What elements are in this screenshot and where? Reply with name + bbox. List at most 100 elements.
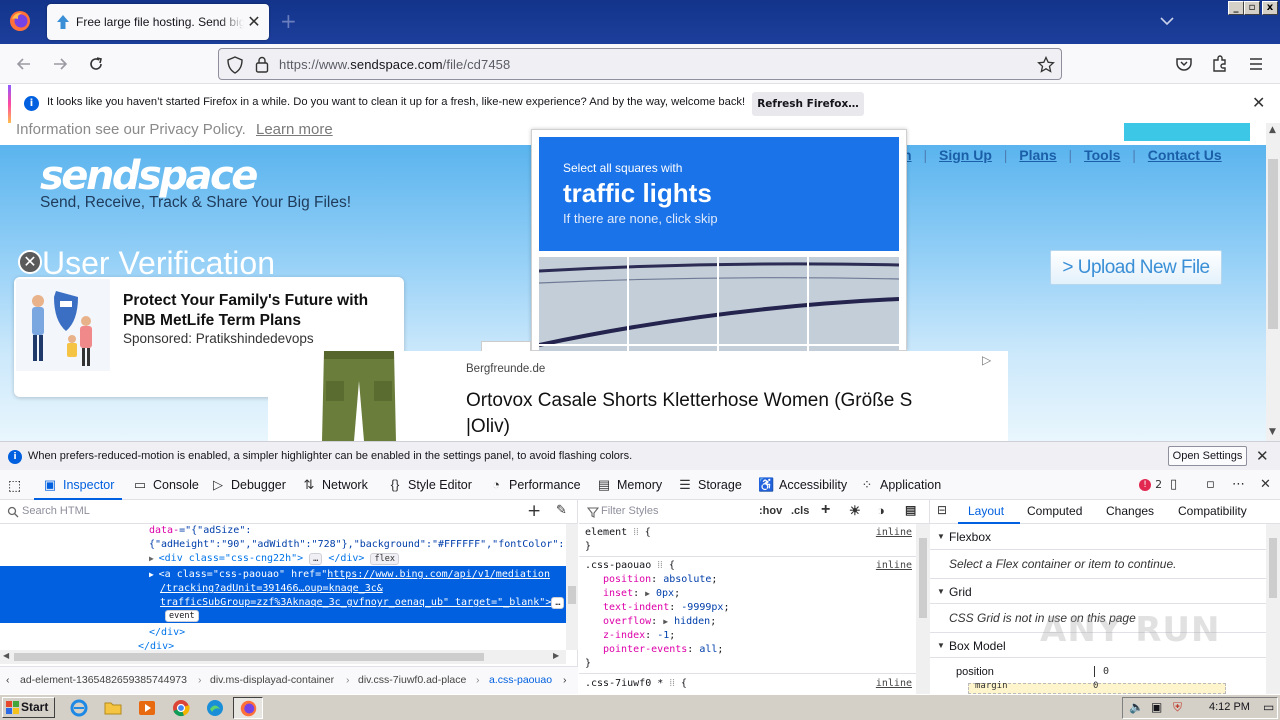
tab-computed[interactable]: Computed: [1027, 504, 1082, 518]
tab-compatibility[interactable]: Compatibility: [1178, 504, 1247, 518]
page-scrollbar[interactable]: ▲ ▼: [1266, 123, 1280, 441]
light-mode-icon[interactable]: ☀: [849, 503, 861, 519]
responsive-icon[interactable]: ▯: [1170, 470, 1177, 500]
menu-icon[interactable]: [1246, 54, 1266, 74]
firefox-icon[interactable]: [9, 10, 31, 32]
refresh-firefox-button[interactable]: Refresh Firefox…: [752, 92, 864, 116]
close-tab-icon[interactable]: ✕: [245, 13, 263, 31]
layout-scrollbar[interactable]: [1266, 524, 1280, 694]
add-node-icon[interactable]: +: [527, 501, 541, 521]
add-rule-icon[interactable]: +: [821, 501, 830, 519]
tab-network[interactable]: ⇅ Network: [301, 470, 368, 500]
ie-icon[interactable]: [70, 699, 88, 717]
grid-section[interactable]: ▼ Grid: [930, 578, 1266, 604]
rule-source-link[interactable]: inline: [876, 526, 912, 540]
restore-button[interactable]: ▫: [1244, 1, 1260, 15]
tab-style-editor[interactable]: {} Style Editor: [387, 470, 472, 500]
nav-link-tools[interactable]: Tools: [1084, 147, 1120, 163]
tab-changes[interactable]: Changes: [1106, 504, 1154, 518]
tab-memory[interactable]: ▤ Memory: [596, 470, 662, 500]
security-icon[interactable]: ⛨: [1173, 700, 1182, 715]
scroll-right-icon[interactable]: ▶: [553, 651, 559, 660]
toggle-sidebar-icon[interactable]: ⊟: [937, 503, 947, 517]
start-button[interactable]: Start: [2, 697, 55, 718]
selected-markup-node[interactable]: ▶ <a class="css-paouao" href="https://ww…: [0, 566, 566, 623]
dark-mode-icon[interactable]: ◑: [877, 503, 885, 518]
scroll-down-icon[interactable]: ▼: [1269, 427, 1276, 437]
bookmark-star-icon[interactable]: [1037, 56, 1055, 74]
filter-styles-input[interactable]: Filter Styles: [601, 505, 658, 517]
ad-choices-icon[interactable]: ▷: [982, 353, 991, 367]
flexbox-section[interactable]: ▼ Flexbox: [930, 524, 1266, 550]
markup-tree[interactable]: data-="{"adSize": {"adHeight":"90","adWi…: [0, 524, 566, 652]
scroll-up-icon[interactable]: ▲: [1269, 125, 1276, 135]
reload-icon[interactable]: [86, 54, 106, 74]
sendspace-logo[interactable]: sendspace: [40, 153, 258, 199]
show-desktop-icon[interactable]: ▭: [1263, 700, 1274, 714]
firefox-taskbar-button[interactable]: [233, 697, 263, 719]
nav-link-contact[interactable]: Contact Us: [1148, 147, 1222, 163]
breadcrumb-item[interactable]: ad-element-1365482659385744973: [20, 674, 187, 686]
lock-icon[interactable]: [255, 56, 269, 73]
close-devtools-icon[interactable]: ✕: [1260, 470, 1271, 500]
breadcrumb-item-selected[interactable]: a.css-paouao: [489, 674, 552, 686]
search-html-input[interactable]: Search HTML: [22, 505, 90, 517]
tab-application[interactable]: ⁘ Application: [859, 470, 942, 500]
print-icon[interactable]: ▤: [905, 503, 916, 517]
open-settings-button[interactable]: Open Settings: [1168, 446, 1247, 466]
more-options-icon[interactable]: ⋯: [1232, 470, 1245, 500]
learn-more-link[interactable]: Learn more: [256, 123, 333, 138]
minimize-button[interactable]: _: [1228, 1, 1244, 15]
nav-link-signup[interactable]: Sign Up: [939, 147, 992, 163]
extensions-icon[interactable]: [1210, 54, 1230, 74]
scrollbar-thumb[interactable]: [919, 538, 927, 618]
tab-debugger[interactable]: ▷ Debugger: [210, 470, 286, 500]
rules-scrollbar[interactable]: [916, 524, 930, 694]
tab-storage[interactable]: ☰ Storage: [677, 470, 742, 500]
tab-inspector[interactable]: ▣ Inspector: [34, 470, 123, 500]
chrome-icon[interactable]: [172, 699, 190, 717]
back-arrow-icon[interactable]: [14, 54, 34, 74]
scrollbar-thumb[interactable]: [1269, 538, 1277, 598]
scroll-left-icon[interactable]: ◀: [3, 651, 9, 660]
markup-hscrollbar[interactable]: ◀ ▶: [0, 650, 566, 664]
error-count[interactable]: ! 2: [1139, 470, 1162, 500]
markup-vscrollbar[interactable]: [566, 524, 578, 650]
tab-performance[interactable]: ◔ Performance: [488, 470, 581, 500]
tab-console[interactable]: ▭ Console: [132, 470, 199, 500]
edge-icon[interactable]: [206, 699, 224, 717]
ad-headline[interactable]: Protect Your Family's Future with PNB Me…: [123, 291, 393, 331]
browser-tab[interactable]: Free large file hosting. Send big files …: [47, 4, 269, 40]
nav-link-plans[interactable]: Plans: [1019, 147, 1056, 163]
scrollbar-thumb[interactable]: [568, 586, 576, 604]
markup-node[interactable]: ▶ <div class="css-cng22h"> … </div> flex: [149, 552, 399, 566]
folder-icon[interactable]: [104, 699, 122, 717]
dock-icon[interactable]: ▫: [1206, 470, 1215, 500]
scrollbar-thumb[interactable]: [1268, 159, 1278, 329]
new-tab-button[interactable]: +: [280, 11, 297, 31]
hover-state-toggle[interactable]: :hov: [759, 505, 782, 517]
pocket-icon[interactable]: [1174, 54, 1194, 74]
rule-source-link[interactable]: inline: [876, 559, 912, 573]
rules-list[interactable]: element ⁞⁞ { inline } .css-paouao ⁞⁞ { i…: [579, 524, 916, 694]
shield-icon[interactable]: [227, 56, 243, 74]
chevron-down-icon[interactable]: [1158, 12, 1176, 30]
tab-layout[interactable]: Layout: [968, 504, 1004, 518]
forward-arrow-icon[interactable]: [50, 54, 70, 74]
media-player-icon[interactable]: [138, 699, 156, 717]
scrollbar-thumb[interactable]: [14, 653, 484, 661]
close-ad-icon[interactable]: ✕: [18, 250, 42, 274]
rule-source-link[interactable]: inline: [876, 677, 912, 691]
upload-new-file-button[interactable]: > Upload New File: [1050, 250, 1222, 285]
tab-accessibility[interactable]: ♿ Accessibility: [758, 470, 847, 500]
close-icon[interactable]: ✕: [1252, 95, 1265, 111]
box-model-position-value[interactable]: 0: [1094, 666, 1109, 677]
product-title[interactable]: Ortovox Casale Shorts Kletterhose Women …: [466, 388, 956, 440]
eyedropper-icon[interactable]: ✎: [556, 503, 567, 518]
volume-icon[interactable]: 🔈: [1129, 700, 1144, 714]
url-bar[interactable]: https://www.sendspace.com/file/cd7458: [218, 48, 1062, 80]
close-icon[interactable]: ✕: [1256, 447, 1269, 465]
chevron-right-icon[interactable]: ›: [563, 674, 567, 686]
pick-element-icon[interactable]: ⬚: [8, 470, 21, 500]
class-toggle[interactable]: .cls: [791, 505, 809, 517]
